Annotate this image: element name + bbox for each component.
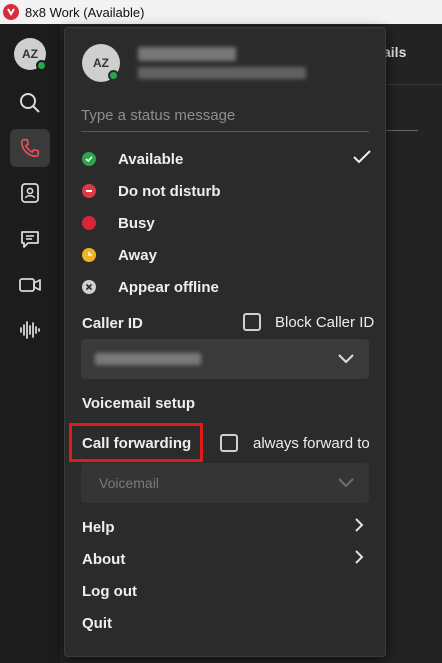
quit-menu-item[interactable]: Quit [82,612,364,634]
about-menu-item[interactable]: About [82,548,364,570]
call-forwarding-highlight-box [69,423,203,462]
status-option-appear-offline[interactable]: Appear offline [82,276,372,298]
do-not-disturb-icon [82,184,96,198]
status-option-do-not-disturb[interactable]: Do not disturb [82,180,372,202]
details-tab-fragment[interactable]: ails [383,44,406,60]
window-titlebar: 8x8 Work (Available) [0,0,442,24]
about-label: About [82,550,126,568]
status-label: Available [118,150,184,168]
chat-icon[interactable] [10,220,50,258]
rail-avatar-initials: AZ [22,47,38,61]
menu-avatar-initials: AZ [93,56,109,70]
contacts-icon[interactable] [10,174,50,212]
caller-id-label: Caller ID [82,315,143,332]
away-clock-icon [82,248,96,262]
chevron-right-icon [354,550,364,568]
help-label: Help [82,518,115,536]
forward-destination-value: Voicemail [99,475,159,491]
available-badge-icon [108,70,119,81]
available-badge-icon [36,60,47,71]
chevron-right-icon [354,518,364,536]
app-logo-icon [3,4,19,20]
header-divider [385,84,442,85]
block-caller-id-checkbox[interactable] [243,313,261,331]
status-option-away[interactable]: Away [82,244,372,266]
left-nav-rail: AZ [0,24,60,663]
quit-label: Quit [82,614,112,632]
redacted-user-name [138,47,236,61]
forward-destination-select[interactable]: Voicemail [81,463,369,503]
help-menu-item[interactable]: Help [82,516,364,538]
status-option-busy[interactable]: Busy [82,212,372,234]
menu-avatar: AZ [82,44,120,82]
available-status-icon [82,152,96,166]
status-menu-popover: AZ Available Do not disturb Busy Away Ap… [64,27,386,657]
status-message-input[interactable] [81,100,369,132]
log-out-label: Log out [82,582,137,600]
video-icon[interactable] [10,266,50,304]
log-out-menu-item[interactable]: Log out [82,580,364,602]
redacted-user-number [138,67,306,79]
voicemail-setup-item[interactable]: Voicemail setup [82,395,195,412]
chevron-down-icon [337,475,355,493]
busy-status-icon [82,216,96,230]
phone-icon[interactable] [10,129,50,167]
status-option-available[interactable]: Available [82,148,372,170]
window-title: 8x8 Work (Available) [25,4,145,20]
always-forward-checkbox[interactable] [220,434,238,452]
status-label: Busy [118,214,155,232]
status-label: Away [118,246,157,264]
selected-check-icon [352,149,372,169]
input-underline-fragment [385,130,418,131]
chevron-down-icon [337,351,355,369]
caller-id-select[interactable] [81,339,369,379]
status-label: Appear offline [118,278,219,296]
always-forward-label: always forward to [253,435,370,452]
rail-avatar[interactable]: AZ [14,38,47,71]
appear-offline-icon [82,280,96,294]
voicemail-waveform-icon[interactable] [10,311,50,349]
search-icon[interactable] [10,84,50,122]
block-caller-id-label: Block Caller ID [275,314,375,331]
status-label: Do not disturb [118,182,221,200]
redacted-caller-id-value [95,353,201,365]
